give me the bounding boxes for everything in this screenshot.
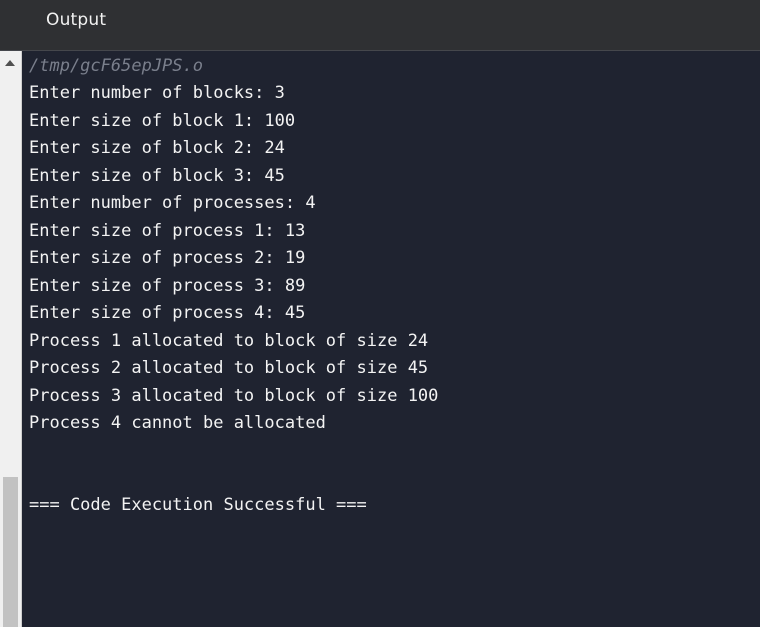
console-line: Enter size of process 3: 89: [29, 276, 306, 296]
console-line: Enter size of process 1: 13: [29, 221, 306, 241]
console-line: Enter size of block 3: 45: [29, 166, 285, 186]
scrollbar-thumb[interactable]: [3, 477, 18, 627]
console-line: Process 2 allocated to block of size 45: [29, 358, 429, 378]
vertical-scrollbar[interactable]: [0, 51, 22, 627]
console-line: Process 3 allocated to block of size 100: [29, 386, 439, 406]
output-panel-header: Output: [0, 0, 760, 51]
console-line: Process 4 cannot be allocated: [29, 413, 326, 433]
console-line: Enter number of blocks: 3: [29, 83, 285, 103]
console-line: Enter size of process 4: 45: [29, 303, 306, 323]
console-line: Enter number of processes: 4: [29, 193, 316, 213]
panel-title: Output: [46, 10, 107, 30]
console-line: Process 1 allocated to block of size 24: [29, 331, 429, 351]
execution-status: === Code Execution Successful ===: [29, 495, 367, 515]
output-console: /tmp/gcF65epJPS.o Enter number of blocks…: [23, 51, 760, 627]
console-line: Enter size of process 2: 19: [29, 248, 306, 268]
scroll-up-icon[interactable]: [5, 60, 15, 66]
output-file-path: /tmp/gcF65epJPS.o: [29, 56, 203, 76]
console-line: Enter size of block 2: 24: [29, 138, 285, 158]
console-line: Enter size of block 1: 100: [29, 111, 296, 131]
